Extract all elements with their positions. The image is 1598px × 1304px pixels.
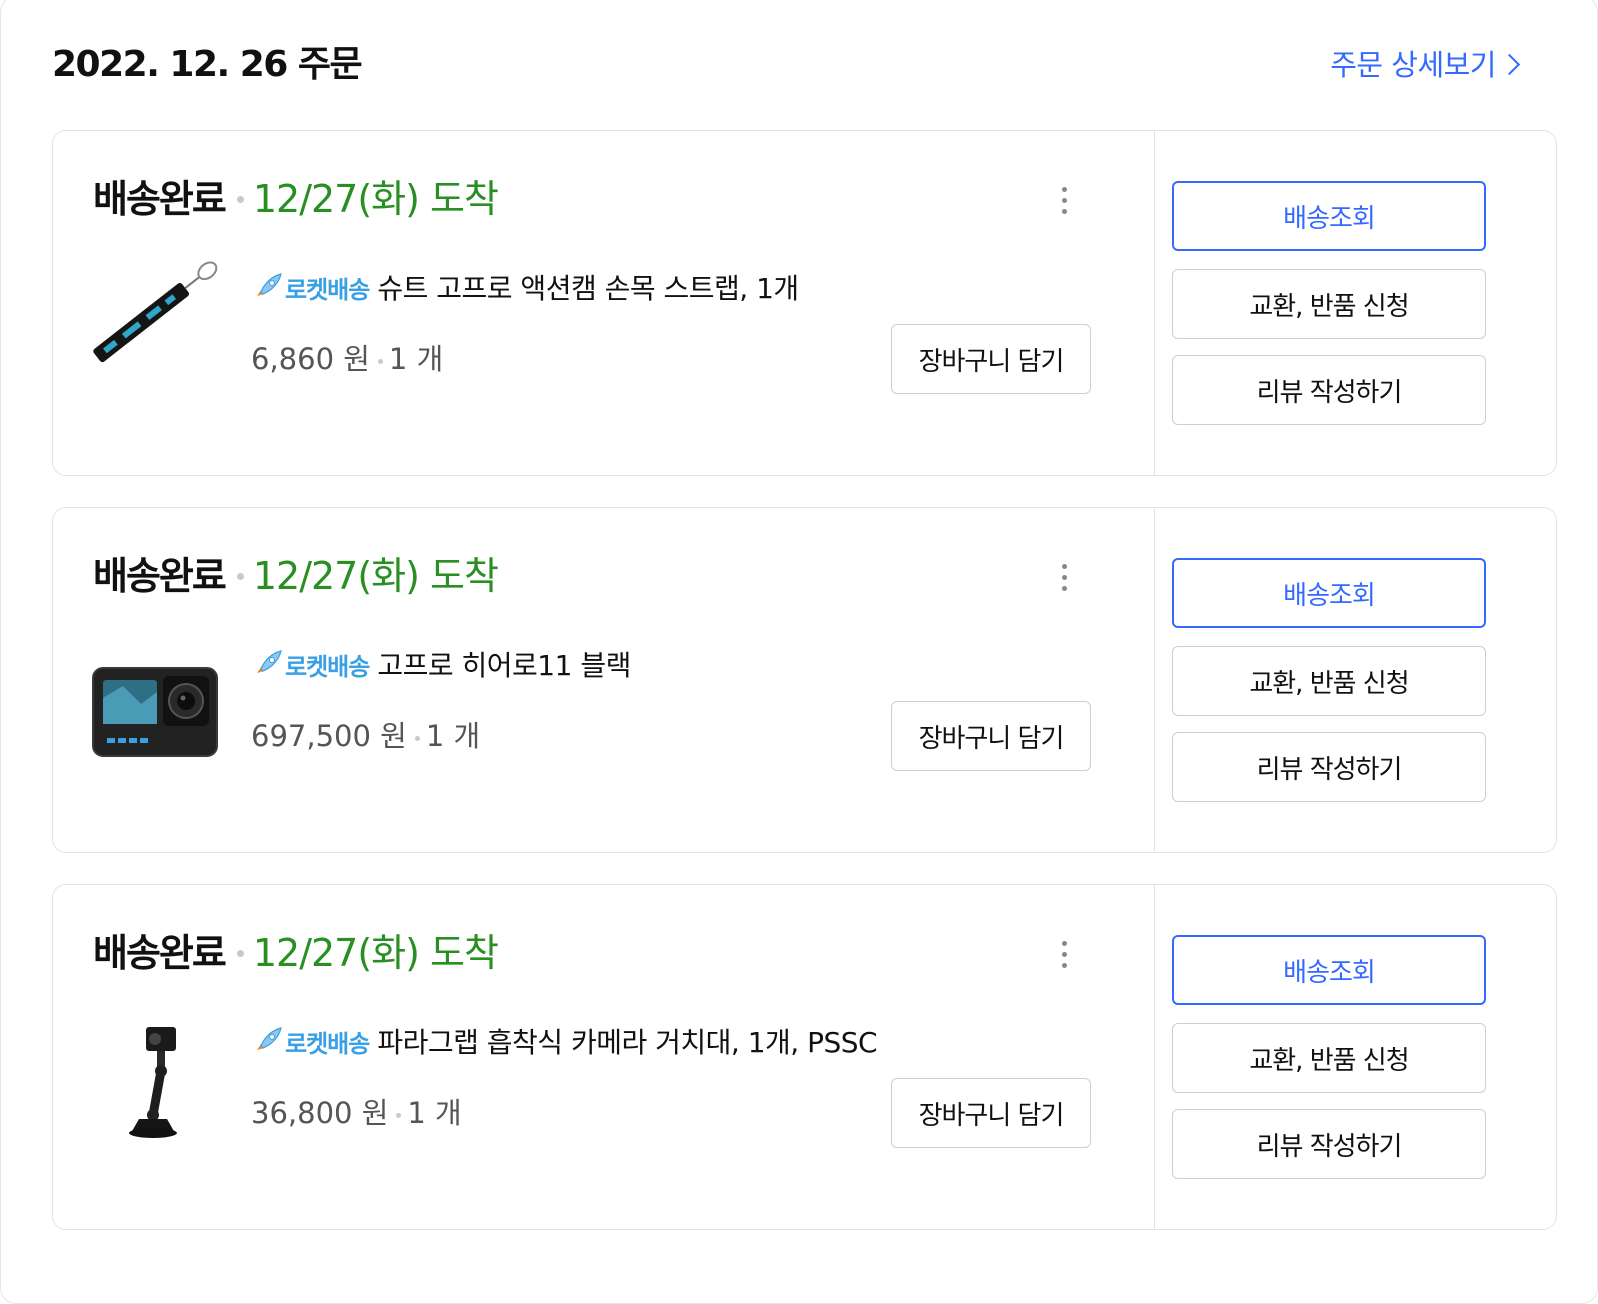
product-info: 로켓배송 고프로 히어로11 블랙 697,500 원 1 개 <box>251 646 931 756</box>
arrival-date: 12/27(화) 도착 <box>252 177 499 221</box>
delivery-status: 배송완료 12/27(화) 도착 <box>93 171 499 227</box>
status-label: 배송완료 <box>93 177 227 221</box>
separator-dot <box>414 735 420 741</box>
product-info: 로켓배송 파라그랩 흡착식 카메라 거치대, 1개, PSSC 36,800 원 1… <box>251 1023 931 1133</box>
shipment-card: 배송완료 12/27(화) 도착 <box>52 507 1557 853</box>
track-delivery-button[interactable]: 배송조회 <box>1172 935 1486 1005</box>
add-to-cart-button[interactable]: 장바구니 담기 <box>891 324 1091 394</box>
rocket-icon <box>251 272 283 313</box>
rocket-delivery-label: 로켓배송 <box>285 276 370 304</box>
separator-dot <box>377 358 383 364</box>
more-options-icon[interactable] <box>1053 937 1077 973</box>
shipment-card: 배송완료 12/27(화) 도착 <box>52 884 1557 1230</box>
arrival-date: 12/27(화) 도착 <box>252 554 499 598</box>
price-quantity: 6,860 원 1 개 <box>251 339 931 379</box>
write-review-button[interactable]: 리뷰 작성하기 <box>1172 355 1486 425</box>
exchange-return-button[interactable]: 교환, 반품 신청 <box>1172 269 1486 339</box>
product-info: 로켓배송 슈트 고프로 액션캠 손목 스트랩, 1개 6,860 원 1 개 <box>251 269 931 379</box>
order-header: 2022. 12. 26 주문 주문 상세보기 <box>52 43 1557 87</box>
write-review-button[interactable]: 리뷰 작성하기 <box>1172 732 1486 802</box>
order-detail-label[interactable]: 주문 상세보기 <box>1330 48 1496 82</box>
suction-mount-image[interactable] <box>83 1015 233 1145</box>
add-to-cart-button[interactable]: 장바구니 담기 <box>891 701 1091 771</box>
order-panel: 2022. 12. 26 주문 주문 상세보기 배송완료 12/27(화) 도착 <box>0 0 1598 1304</box>
product-price: 697,500 원 <box>251 719 407 753</box>
add-to-cart-button[interactable]: 장바구니 담기 <box>891 1078 1091 1148</box>
track-delivery-button[interactable]: 배송조회 <box>1172 181 1486 251</box>
exchange-return-button[interactable]: 교환, 반품 신청 <box>1172 1023 1486 1093</box>
chevron-right-icon[interactable] <box>1498 53 1521 76</box>
separator-dot <box>236 195 244 203</box>
order-detail-link[interactable]: 주문 상세보기 <box>1330 45 1521 85</box>
product-quantity: 1 개 <box>425 719 481 753</box>
track-delivery-button[interactable]: 배송조회 <box>1172 558 1486 628</box>
order-date: 2022. 12. 26 주문 <box>52 44 363 85</box>
product-price: 36,800 원 <box>251 1096 389 1130</box>
product-name[interactable]: 파라그랩 흡착식 카메라 거치대, 1개, PSSC <box>377 1026 877 1059</box>
card-divider <box>1154 508 1155 852</box>
shipment-card: 배송완료 12/27(화) 도착 <box>52 130 1557 476</box>
more-options-icon[interactable] <box>1053 183 1077 219</box>
delivery-status: 배송완료 12/27(화) 도착 <box>93 548 499 604</box>
wrist-strap-image[interactable] <box>83 261 233 391</box>
rocket-icon <box>251 649 283 690</box>
separator-dot <box>236 949 244 957</box>
status-label: 배송완료 <box>93 554 227 598</box>
delivery-status: 배송완료 12/27(화) 도착 <box>93 925 499 981</box>
status-label: 배송완료 <box>93 931 227 975</box>
product-quantity: 1 개 <box>407 1096 462 1130</box>
price-quantity: 36,800 원 1 개 <box>251 1093 931 1133</box>
separator-dot <box>396 1112 402 1118</box>
product-quantity: 1 개 <box>388 342 444 376</box>
product-name[interactable]: 슈트 고프로 액션캠 손목 스트랩, 1개 <box>377 272 799 305</box>
rocket-delivery-label: 로켓배송 <box>285 1030 370 1058</box>
more-options-icon[interactable] <box>1053 560 1077 596</box>
product-price: 6,860 원 <box>251 342 370 376</box>
exchange-return-button[interactable]: 교환, 반품 신청 <box>1172 646 1486 716</box>
product-title[interactable]: 로켓배송 슈트 고프로 액션캠 손목 스트랩, 1개 <box>251 269 931 313</box>
product-name[interactable]: 고프로 히어로11 블랙 <box>377 649 631 682</box>
separator-dot <box>236 572 244 580</box>
product-title[interactable]: 로켓배송 파라그랩 흡착식 카메라 거치대, 1개, PSSC <box>251 1023 931 1067</box>
card-divider <box>1154 131 1155 475</box>
action-camera-image[interactable] <box>83 638 233 768</box>
arrival-date: 12/27(화) 도착 <box>252 931 499 975</box>
rocket-icon <box>251 1026 283 1067</box>
card-divider <box>1154 885 1155 1229</box>
rocket-delivery-label: 로켓배송 <box>285 653 370 681</box>
product-title[interactable]: 로켓배송 고프로 히어로11 블랙 <box>251 646 931 690</box>
write-review-button[interactable]: 리뷰 작성하기 <box>1172 1109 1486 1179</box>
price-quantity: 697,500 원 1 개 <box>251 716 931 756</box>
